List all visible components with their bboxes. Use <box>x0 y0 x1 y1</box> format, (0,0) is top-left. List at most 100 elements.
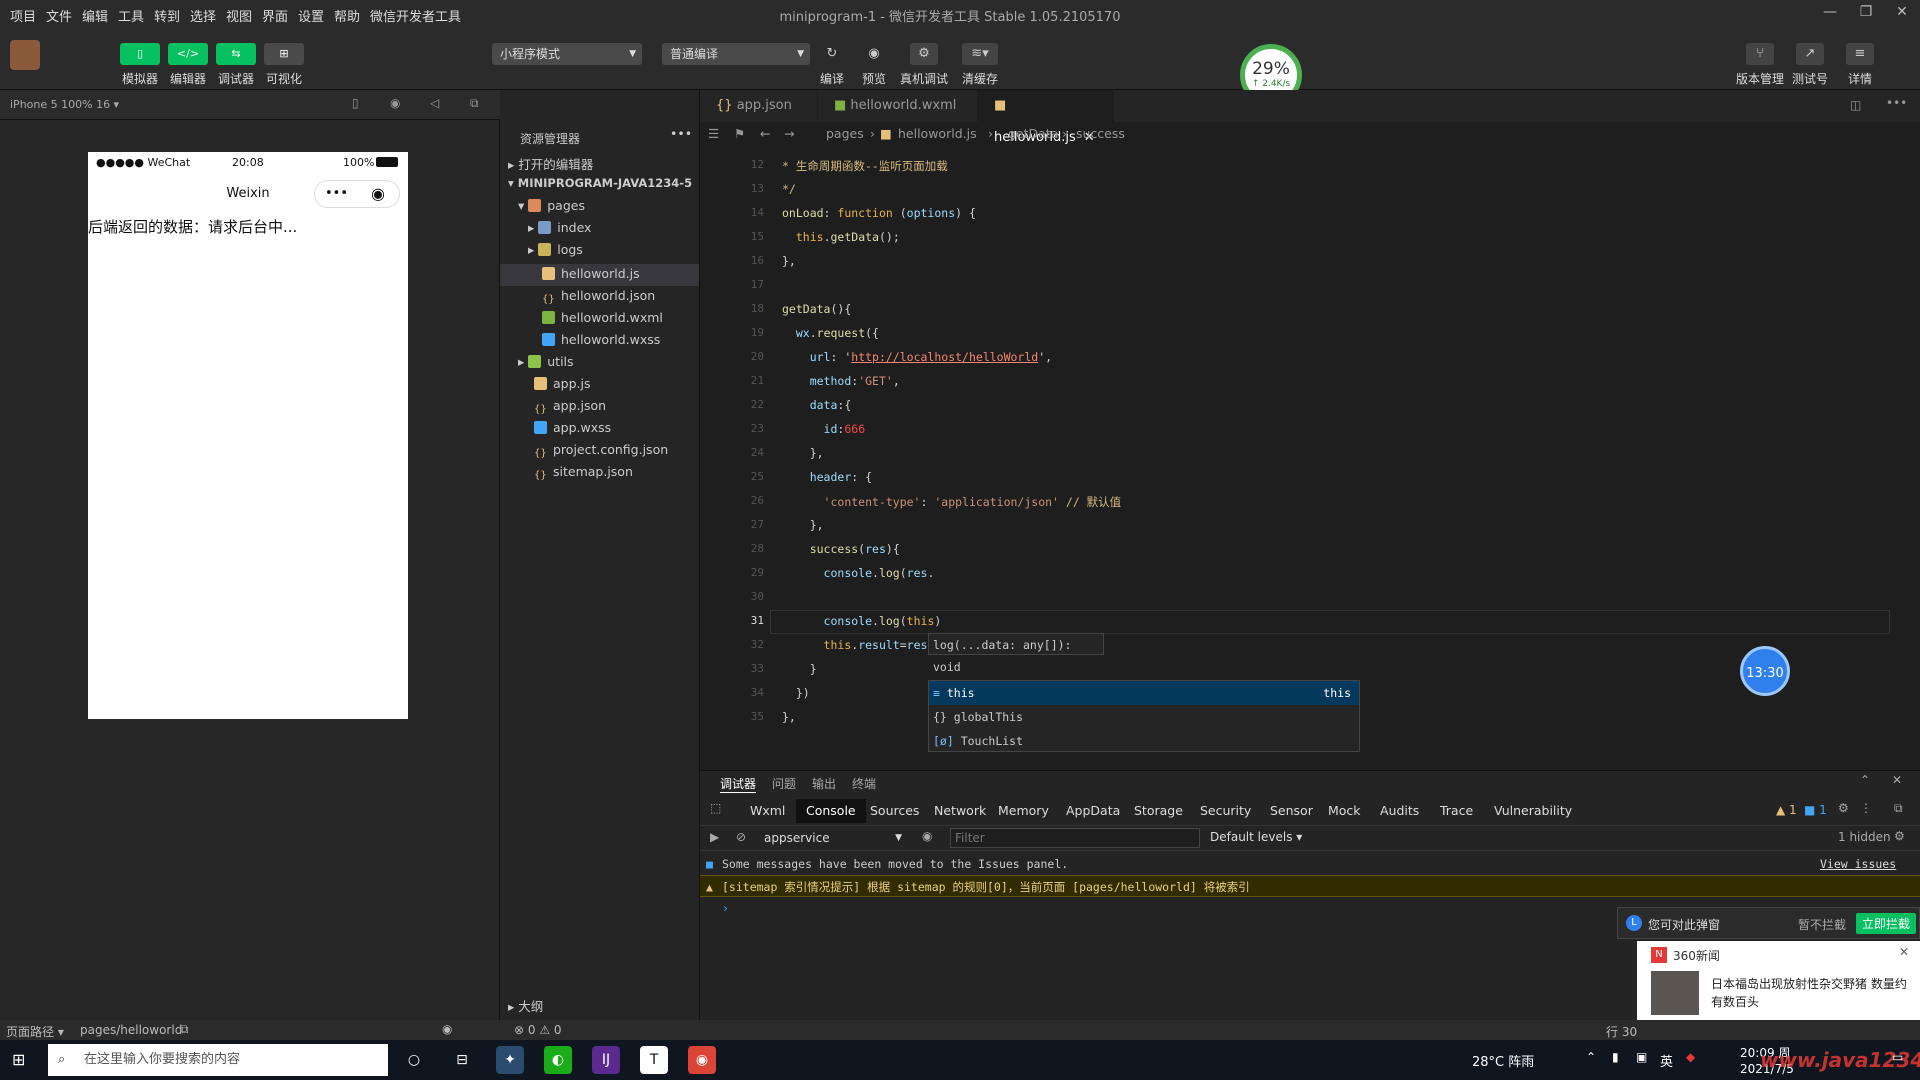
intellij-icon[interactable]: IJ <box>592 1046 620 1074</box>
news-popup[interactable]: N 360新闻 ✕ 日本福岛出现放射性杂交野猪 数量约有数百头 <box>1637 941 1920 1023</box>
page-path-label[interactable]: 页面路径 ▾ <box>6 1023 64 1040</box>
compile-select[interactable]: 普通编译 ▼ <box>662 43 810 65</box>
tab-helloworld-js[interactable]: ■ helloworld.js ✕ <box>978 90 1114 145</box>
network-icon[interactable]: ▣ <box>1636 1050 1647 1064</box>
visual-button[interactable]: ⊞ <box>264 43 304 65</box>
code-line[interactable]: * 生命周期函数--监听页面加载 <box>782 158 948 174</box>
devtab-sensor[interactable]: Sensor <box>1260 799 1323 823</box>
menu-help[interactable]: 帮助 <box>334 6 360 25</box>
crumb-pages[interactable]: pages <box>826 122 864 146</box>
code-line[interactable]: data:{ <box>782 398 852 412</box>
volume-icon[interactable]: ◁ <box>430 96 439 110</box>
code-line[interactable]: onLoad: function (options) { <box>782 206 976 220</box>
tray-app-icon[interactable]: ◆ <box>1686 1050 1695 1064</box>
tree-folder-pages[interactable]: ▾ pages <box>518 198 585 213</box>
maximize-icon[interactable]: ❐ <box>1856 4 1876 24</box>
context-select[interactable]: appservice ▼ <box>758 828 908 848</box>
collapse-icon[interactable]: ⌃ <box>1860 773 1870 787</box>
code-line[interactable]: method:'GET', <box>782 374 900 388</box>
devtab-mock[interactable]: Mock <box>1318 799 1371 823</box>
task-view-icon[interactable]: ⊟ <box>448 1046 476 1074</box>
code-line[interactable]: 'content-type': 'application/json' // 默认… <box>782 494 1122 510</box>
more-icon[interactable]: ••• <box>670 126 692 141</box>
tab-terminal[interactable]: 终端 <box>852 775 876 792</box>
tab-debugger[interactable]: 调试器 <box>720 775 757 793</box>
info-count[interactable]: ■ 1 <box>1804 803 1827 817</box>
project-section[interactable]: ▾ MINIPROGRAM-JAVA1234-5 <box>508 176 692 190</box>
version-mgmt-button[interactable]: ⑂ <box>1746 43 1774 65</box>
notification-icon[interactable]: ▭ <box>1892 1050 1903 1064</box>
tree-folder-logs[interactable]: ▸ logs <box>528 242 583 257</box>
bookmark-icon[interactable]: ⚑ <box>734 122 745 146</box>
rotate-icon[interactable]: ⧉ <box>470 96 479 111</box>
minimize-icon[interactable]: — <box>1820 4 1840 24</box>
remote-debug-button[interactable]: ⚙ <box>910 43 938 65</box>
ime-indicator[interactable]: 英 <box>1660 1051 1673 1070</box>
timer-bubble[interactable]: 13:30 <box>1740 646 1790 696</box>
devtab-storage[interactable]: Storage <box>1124 799 1193 823</box>
simulator-button[interactable]: ▯ <box>120 43 160 65</box>
code-line[interactable]: }, <box>782 518 824 532</box>
code-line[interactable]: this.getData(); <box>782 230 900 244</box>
open-editors-section[interactable]: ▸ 打开的编辑器 <box>508 154 593 173</box>
menu-select[interactable]: 选择 <box>190 6 216 25</box>
devtab-sources[interactable]: Sources <box>860 799 929 823</box>
autocomplete-item[interactable]: [ø] TouchList <box>929 729 1359 753</box>
code-line[interactable]: success(res){ <box>782 542 900 556</box>
code-line[interactable]: }) <box>782 686 810 700</box>
more-icon[interactable]: ••• <box>325 186 348 201</box>
test-account-button[interactable]: ↗ <box>1796 43 1824 65</box>
cursor-line[interactable]: 行 30 <box>1606 1023 1637 1040</box>
code-line[interactable]: console.log(res. <box>782 566 935 580</box>
code-line[interactable]: this.result=res. <box>782 638 935 652</box>
eye-icon[interactable]: ◉ <box>442 1022 452 1036</box>
close-panel-icon[interactable]: ✕ <box>1892 773 1902 787</box>
crumb-file[interactable]: helloworld.js <box>898 122 977 146</box>
menu-edit[interactable]: 编辑 <box>82 6 108 25</box>
devtab-network[interactable]: Network <box>924 799 996 823</box>
block-now-button[interactable]: 立即拦截 <box>1856 913 1917 934</box>
tree-file-app-wxss[interactable]: app.wxss <box>534 420 611 435</box>
mode-select[interactable]: 小程序模式 ▼ <box>492 43 642 65</box>
taskbar-search[interactable]: ⌕ 在这里输入你要搜索的内容 <box>48 1044 388 1076</box>
device-select[interactable]: iPhone 5 100% 16 ▾ <box>10 98 119 111</box>
wechat-devtools-icon[interactable]: ◐ <box>544 1046 572 1074</box>
sidebar-toggle-icon[interactable]: ▶ <box>710 830 719 844</box>
tree-folder-index[interactable]: ▸ index <box>528 220 591 235</box>
crumb-getdata[interactable]: getData <box>1008 122 1058 146</box>
back-icon[interactable]: ← <box>760 122 770 146</box>
menu-view[interactable]: 视图 <box>226 6 252 25</box>
close-icon[interactable]: ✕ <box>1892 4 1912 24</box>
outline-section[interactable]: ▸ 大纲 <box>508 996 543 1015</box>
menu-project[interactable]: 项目 <box>10 6 36 25</box>
view-issues-link[interactable]: View issues <box>1820 853 1896 875</box>
tree-file-app-js[interactable]: app.js <box>534 376 591 391</box>
menu-goto[interactable]: 转到 <box>154 6 180 25</box>
windows-start-icon[interactable]: ⊞ <box>12 1050 25 1069</box>
close-popup-icon[interactable]: ✕ <box>1899 945 1909 959</box>
menu-wechat-devtools[interactable]: 微信开发者工具 <box>370 6 461 25</box>
kebab-icon[interactable]: ⋮ <box>1860 801 1872 815</box>
avatar[interactable] <box>10 40 40 70</box>
tree-file-helloworld-wxml[interactable]: helloworld.wxml <box>542 310 663 325</box>
code-line[interactable]: */ <box>782 182 796 196</box>
typora-icon[interactable]: T <box>640 1046 668 1074</box>
mic-icon[interactable]: ▮ <box>1612 1050 1619 1064</box>
devtab-appdata[interactable]: AppData <box>1056 799 1130 823</box>
settings-icon[interactable]: ⚙ <box>1838 801 1849 815</box>
preview-button[interactable]: ◉ <box>860 43 888 65</box>
code-line[interactable]: }, <box>782 254 796 268</box>
chrome-icon[interactable]: ◉ <box>688 1046 716 1074</box>
forward-icon[interactable]: → <box>784 122 794 146</box>
tree-file-project-config[interactable]: {} project.config.json <box>534 442 668 461</box>
menu-file[interactable]: 文件 <box>46 6 72 25</box>
eye-icon[interactable]: ◉ <box>922 829 932 843</box>
gear-icon[interactable]: ⚙ <box>1894 829 1905 843</box>
menu-ui[interactable]: 界面 <box>262 6 288 25</box>
details-button[interactable]: ≡ <box>1846 43 1874 65</box>
code-line[interactable]: id:666 <box>782 422 866 436</box>
dont-block-button[interactable]: 暂不拦截 <box>1798 916 1846 933</box>
record-icon[interactable]: ◉ <box>390 96 400 110</box>
tab-helloworld-wxml[interactable]: ■ helloworld.wxml <box>818 90 978 122</box>
menu-settings[interactable]: 设置 <box>298 6 324 25</box>
